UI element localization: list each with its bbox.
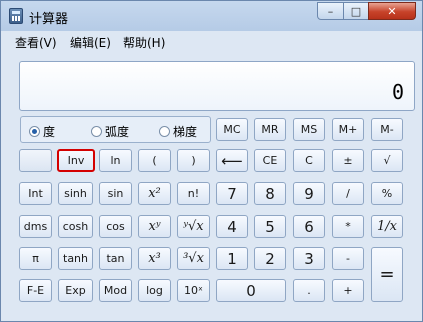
equals-button[interactable]: = (371, 247, 403, 302)
title-bar: 计算器 – □ ✕ (1, 1, 422, 31)
backspace-button[interactable]: ⟵ (216, 149, 248, 172)
radio-grads-label: 梯度 (173, 125, 198, 139)
radio-degrees-label: 度 (43, 125, 56, 139)
close-button[interactable]: ✕ (368, 2, 416, 20)
radio-grads[interactable]: 梯度 (159, 123, 197, 140)
ln-button[interactable]: ln (99, 149, 132, 172)
factorial-button[interactable]: n! (177, 182, 210, 205)
radio-radians[interactable]: 弧度 (91, 123, 129, 140)
menu-view[interactable]: 查看(V) (15, 34, 57, 51)
log-button[interactable]: log (138, 279, 171, 302)
digit-7-button[interactable]: 7 (216, 182, 248, 205)
calculator-app-icon (9, 8, 23, 24)
sin-button[interactable]: sin (99, 182, 132, 205)
window-title: 计算器 (29, 12, 69, 27)
exp-button[interactable]: Exp (58, 279, 93, 302)
menu-bar: 查看(V) 编辑(E) 帮助(H) (1, 31, 422, 51)
radio-degrees[interactable]: 度 (29, 123, 55, 140)
close-paren-button[interactable]: ) (177, 149, 210, 172)
percent-button[interactable]: % (371, 182, 403, 205)
open-paren-button[interactable]: ( (138, 149, 171, 172)
cube-button[interactable]: x³ (138, 247, 171, 270)
dms-button[interactable]: dms (19, 215, 52, 238)
blank-button (19, 149, 52, 172)
digit-1-button[interactable]: 1 (216, 247, 248, 270)
mod-button[interactable]: Mod (99, 279, 132, 302)
digit-9-button[interactable]: 9 (293, 182, 325, 205)
y-root-button[interactable]: ʸ√x (177, 215, 210, 238)
display-panel: 0 (19, 61, 415, 111)
cos-button[interactable]: cos (99, 215, 132, 238)
memory-recall-button[interactable]: MR (254, 118, 286, 141)
memory-subtract-button[interactable]: M- (371, 118, 403, 141)
display-value: 0 (391, 80, 404, 104)
square-root-button[interactable]: √ (371, 149, 403, 172)
power-button[interactable]: xʸ (138, 215, 171, 238)
decimal-button[interactable]: . (293, 279, 325, 302)
digit-8-button[interactable]: 8 (254, 182, 286, 205)
add-button[interactable]: + (332, 279, 364, 302)
inv-button[interactable]: Inv (57, 149, 95, 172)
pi-button[interactable]: π (19, 247, 52, 270)
multiply-button[interactable]: * (332, 215, 364, 238)
memory-clear-button[interactable]: MC (216, 118, 248, 141)
angle-mode-group: 度 弧度 梯度 (20, 116, 211, 143)
cosh-button[interactable]: cosh (58, 215, 93, 238)
divide-button[interactable]: / (332, 182, 364, 205)
digit-0-button[interactable]: 0 (216, 279, 286, 302)
int-button[interactable]: Int (19, 182, 52, 205)
square-button[interactable]: x² (138, 182, 171, 205)
subtract-button[interactable]: - (332, 247, 364, 270)
digit-2-button[interactable]: 2 (254, 247, 286, 270)
memory-store-button[interactable]: MS (293, 118, 325, 141)
negate-button[interactable]: ± (332, 149, 364, 172)
tan-button[interactable]: tan (99, 247, 132, 270)
radio-degrees-indicator (29, 126, 40, 137)
ten-power-button[interactable]: 10ˣ (177, 279, 210, 302)
clear-entry-button[interactable]: CE (254, 149, 286, 172)
memory-add-button[interactable]: M+ (332, 118, 364, 141)
menu-help[interactable]: 帮助(H) (123, 34, 165, 51)
maximize-button[interactable]: □ (343, 2, 369, 20)
calculator-window: 计算器 – □ ✕ 查看(V) 编辑(E) 帮助(H) 0 度 弧度 梯度 MC… (0, 0, 423, 322)
digit-3-button[interactable]: 3 (293, 247, 325, 270)
digit-6-button[interactable]: 6 (293, 215, 325, 238)
tanh-button[interactable]: tanh (58, 247, 93, 270)
menu-edit[interactable]: 编辑(E) (70, 34, 111, 51)
sinh-button[interactable]: sinh (58, 182, 93, 205)
radio-grads-indicator (159, 126, 170, 137)
scientific-notation-button[interactable]: F-E (19, 279, 52, 302)
radio-radians-label: 弧度 (105, 125, 130, 139)
digit-5-button[interactable]: 5 (254, 215, 286, 238)
digit-4-button[interactable]: 4 (216, 215, 248, 238)
minimize-button[interactable]: – (317, 2, 344, 20)
clear-button[interactable]: C (293, 149, 325, 172)
radio-radians-indicator (91, 126, 102, 137)
reciprocal-button[interactable]: 1/x (371, 215, 403, 238)
cube-root-button[interactable]: ³√x (177, 247, 210, 270)
